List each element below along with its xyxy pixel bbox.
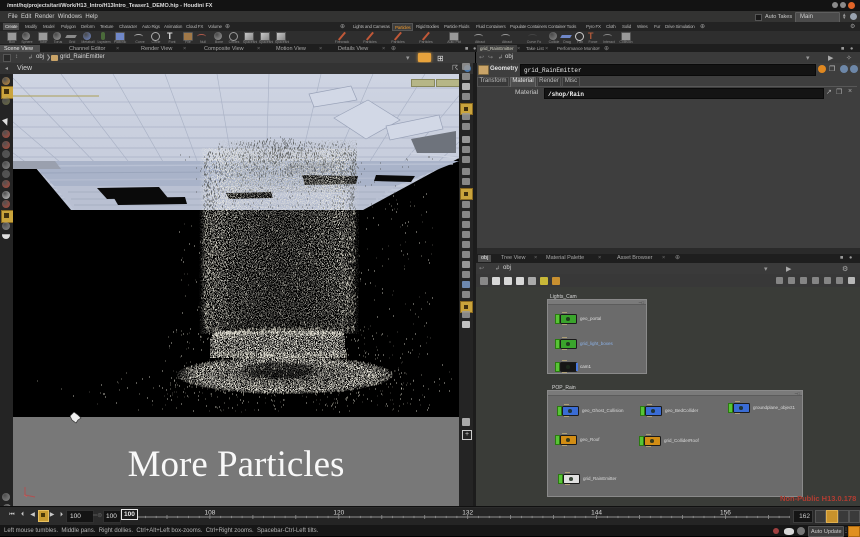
svg-text:144: 144 — [591, 510, 602, 517]
svg-text:108: 108 — [204, 510, 215, 517]
svg-text:156: 156 — [720, 510, 731, 517]
svg-text:132: 132 — [462, 510, 473, 517]
svg-text:120: 120 — [333, 510, 344, 517]
